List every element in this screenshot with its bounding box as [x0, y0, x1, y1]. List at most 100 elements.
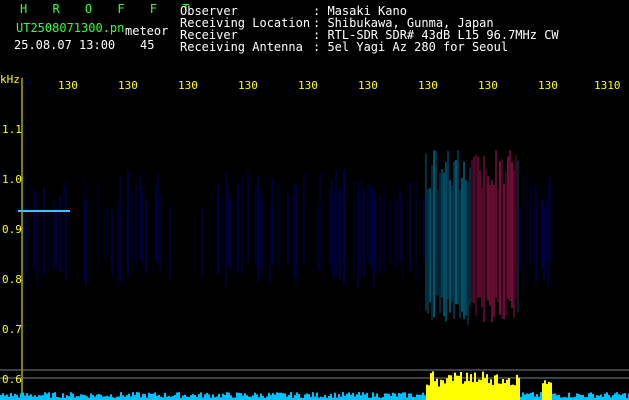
activity-bar	[272, 393, 274, 400]
activity-bar	[510, 385, 512, 400]
activity-bar	[192, 394, 194, 400]
activity-bar	[422, 392, 424, 400]
activity-bar	[46, 393, 48, 400]
activity-bar	[384, 393, 386, 400]
activity-bar	[556, 395, 558, 400]
activity-bar	[580, 395, 582, 400]
activity-bar	[34, 395, 36, 400]
activity-bar	[152, 393, 154, 400]
activity-bar	[198, 394, 200, 400]
file-name: UT2508071300.pn	[16, 21, 125, 35]
activity-bars	[0, 371, 629, 400]
activity-bar	[78, 396, 80, 400]
activity-bar	[200, 392, 202, 400]
detect-label: meteor	[125, 24, 169, 38]
x-tick-label: 130	[238, 79, 258, 92]
activity-bar	[148, 392, 150, 400]
activity-bar	[588, 393, 590, 400]
activity-bar	[514, 385, 516, 400]
activity-bar	[504, 383, 506, 400]
activity-bar	[216, 396, 218, 400]
activity-bar	[106, 395, 108, 400]
activity-bar	[92, 395, 94, 400]
activity-bar	[154, 392, 156, 400]
activity-bar	[42, 395, 44, 400]
activity-bar	[518, 377, 520, 400]
activity-bar	[226, 392, 228, 400]
activity-bar	[546, 384, 548, 400]
activity-bar	[82, 394, 84, 400]
activity-bar	[168, 395, 170, 400]
activity-bar	[476, 381, 478, 400]
hrofft-spectrogram-screen: H R O F F T UT2508071300.pn meteor 25.08…	[0, 0, 629, 400]
activity-bar	[424, 395, 426, 400]
activity-bar	[488, 383, 490, 400]
activity-bar	[592, 394, 594, 400]
activity-bar	[290, 392, 292, 400]
activity-bar	[432, 371, 434, 400]
activity-bar	[286, 396, 288, 400]
activity-bar	[248, 396, 250, 400]
activity-bar	[438, 386, 440, 400]
program-title: H R O F F T	[20, 2, 199, 16]
activity-bar	[490, 379, 492, 400]
activity-bar	[102, 396, 104, 400]
y-tick-label: 1.0	[2, 173, 22, 186]
spectrogram-streaks	[18, 150, 551, 325]
activity-bar	[316, 392, 318, 400]
x-tick-label: 130	[358, 79, 378, 92]
activity-bar	[122, 395, 124, 400]
activity-bar	[156, 395, 158, 400]
activity-bar	[6, 394, 8, 400]
activity-bar	[608, 395, 610, 400]
activity-bar	[206, 393, 208, 400]
activity-bar	[536, 394, 538, 400]
activity-bar	[182, 395, 184, 400]
activity-bar	[144, 394, 146, 400]
activity-bar	[212, 394, 214, 400]
y-tick-label: 0.8	[2, 273, 22, 286]
spectrogram-plot	[0, 78, 629, 400]
activity-bar	[344, 395, 346, 400]
activity-bar	[130, 396, 132, 400]
activity-bar	[314, 396, 316, 400]
activity-bar	[48, 392, 50, 400]
x-tick-label: 130	[298, 79, 318, 92]
activity-bar	[418, 394, 420, 400]
activity-bar	[388, 393, 390, 400]
activity-bar	[482, 371, 484, 400]
activity-bar	[2, 393, 4, 400]
activity-bar	[164, 392, 166, 400]
activity-bar	[598, 395, 600, 400]
activity-bar	[390, 395, 392, 400]
activity-bar	[410, 393, 412, 400]
activity-bar	[230, 395, 232, 400]
activity-bar	[354, 396, 356, 400]
activity-bar	[392, 392, 394, 400]
activity-bar	[70, 392, 72, 400]
activity-bar	[40, 395, 42, 400]
activity-bar	[400, 393, 402, 400]
activity-bar	[108, 396, 110, 400]
x-tick-label: 1310	[594, 79, 621, 92]
activity-bar	[528, 393, 530, 400]
activity-bar	[52, 393, 54, 400]
activity-bar	[236, 392, 238, 400]
activity-bar	[522, 392, 524, 400]
activity-bar	[208, 394, 210, 400]
activity-bar	[224, 395, 226, 400]
activity-bar	[222, 393, 224, 400]
activity-bar	[456, 375, 458, 400]
activity-bar	[582, 394, 584, 400]
activity-bar	[554, 393, 556, 400]
activity-bar	[624, 393, 626, 400]
activity-bar	[346, 393, 348, 400]
activity-bar	[96, 394, 98, 400]
activity-bar	[30, 394, 32, 400]
activity-bar	[596, 395, 598, 400]
activity-bar	[436, 378, 438, 400]
activity-bar	[86, 396, 88, 400]
y-axis-unit-label: kHz	[0, 73, 20, 86]
x-tick-label: 130	[418, 79, 438, 92]
activity-bar	[118, 396, 120, 400]
